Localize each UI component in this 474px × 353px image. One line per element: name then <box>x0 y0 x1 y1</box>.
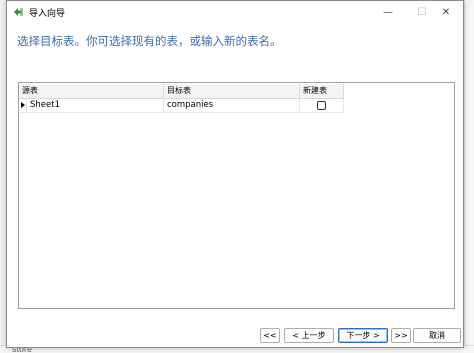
target-table-cell[interactable]: companies <box>164 99 300 113</box>
first-step-button[interactable]: << <box>260 328 280 343</box>
import-wizard-dialog: 导入向导 — ☐ ✕ 选择目标表。你可选择现有的表，或输入新的表名。 源表 目标… <box>6 0 464 348</box>
table-mapping-grid[interactable]: 源表 目标表 新建表 Sheet1 companies <box>18 82 455 309</box>
column-header-target[interactable]: 目标表 <box>164 84 300 99</box>
table-row[interactable]: Sheet1 companies <box>19 99 344 113</box>
create-new-cell[interactable] <box>300 99 344 113</box>
cancel-button[interactable]: 取消 <box>413 328 461 343</box>
column-header-create-new[interactable]: 新建表 <box>300 84 344 99</box>
title-bar[interactable]: 导入向导 — ☐ ✕ <box>7 1 463 23</box>
import-wizard-icon <box>12 6 24 18</box>
source-table-cell[interactable]: Sheet1 <box>27 99 164 113</box>
minimize-icon: — <box>383 6 393 18</box>
grid-header: 源表 目标表 新建表 <box>19 84 344 99</box>
instruction-text: 选择目标表。你可选择现有的表，或输入新的表名。 <box>17 34 282 48</box>
next-button[interactable]: 下一步 > <box>338 328 388 343</box>
create-new-checkbox[interactable] <box>317 101 326 110</box>
maximize-icon: ☐ <box>417 6 427 18</box>
minimize-button[interactable]: — <box>371 1 405 23</box>
previous-button[interactable]: < 上一步 <box>284 328 334 343</box>
close-icon: ✕ <box>441 6 451 18</box>
row-indicator <box>19 99 27 113</box>
window-title: 导入向导 <box>29 9 66 19</box>
close-button[interactable]: ✕ <box>429 1 463 23</box>
last-step-button[interactable]: >> <box>391 328 411 343</box>
current-row-arrow-icon <box>21 102 25 108</box>
background-right-panel <box>464 0 474 353</box>
column-header-source[interactable]: 源表 <box>19 84 164 99</box>
